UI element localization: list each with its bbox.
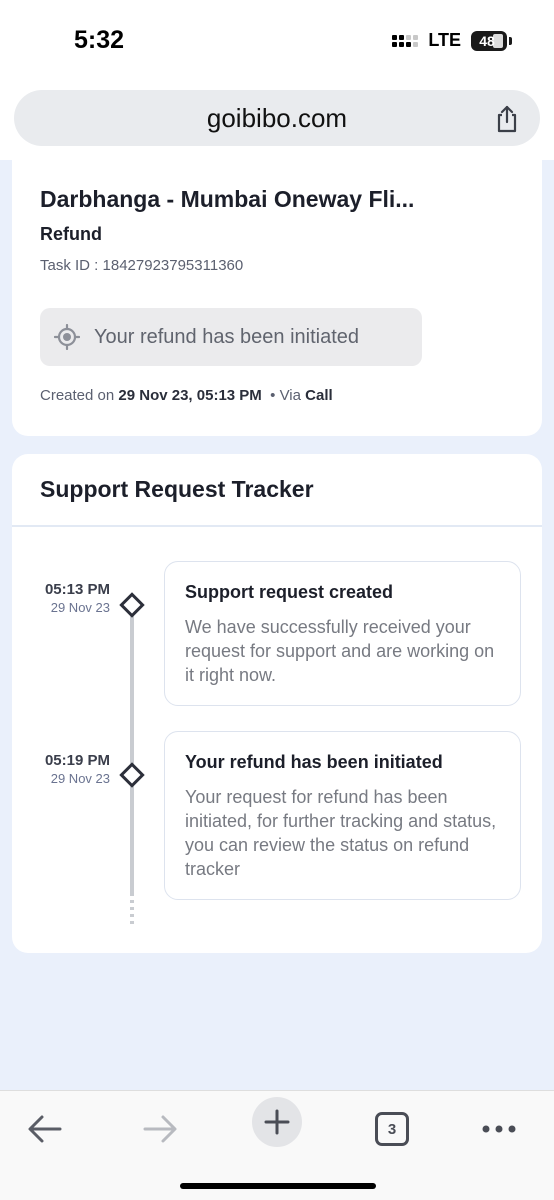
browser-url-area: goibibo.com	[0, 84, 554, 160]
tab-switcher-button[interactable]: 3	[370, 1107, 414, 1151]
signal-icon	[392, 34, 419, 47]
tab-count: 3	[387, 1120, 397, 1138]
event-heading: Your refund has been initiated	[185, 752, 443, 772]
timeline-node-icon	[119, 592, 145, 618]
home-indicator[interactable]	[180, 1183, 376, 1189]
forward-button[interactable]	[138, 1107, 182, 1151]
timeline-event-card: Support request created We have successf…	[164, 561, 521, 706]
battery-icon: 48	[471, 30, 507, 51]
share-icon[interactable]	[492, 104, 522, 134]
new-tab-button[interactable]	[252, 1097, 302, 1147]
timeline-node-icon	[119, 762, 145, 788]
created-prefix: Created on	[40, 387, 115, 404]
tracker-title: Support Request Tracker	[40, 476, 314, 502]
task-id: Task ID : 18427923795311360	[40, 257, 244, 274]
status-text: Your refund has been initiated	[94, 325, 360, 348]
status-indicators: LTE 48	[392, 30, 512, 51]
battery-level: 48	[479, 32, 495, 49]
event-date: 29 Nov 23	[50, 771, 110, 786]
event-time: 05:19 PM	[44, 752, 110, 769]
tab-switcher-icon: 3	[375, 1112, 409, 1146]
created-date: 29 Nov 23, 05:13 PM	[118, 387, 262, 404]
status-badge: Your refund has been initiated	[40, 308, 422, 366]
status-bar: 5:32 LTE 48	[0, 0, 554, 84]
page-content: Darbhanga - Mumbai Oneway Fli... Refund …	[0, 160, 554, 1090]
event-timestamp: 05:19 PM 29 Nov 23	[28, 752, 110, 786]
created-info: Created on 29 Nov 23, 05:13 PM • Via Cal…	[40, 387, 333, 404]
event-time: 05:13 PM	[44, 581, 110, 598]
status-time: 5:32	[74, 26, 125, 54]
more-button[interactable]	[477, 1107, 521, 1151]
event-description: Your request for refund has been initiat…	[185, 787, 497, 879]
via-value: Call	[305, 387, 333, 404]
event-timestamp: 05:13 PM 29 Nov 23	[28, 581, 110, 615]
forward-arrow-icon	[143, 1115, 177, 1143]
timeline-event-card: Your refund has been initiated Your requ…	[164, 731, 521, 900]
task-title: Darbhanga - Mumbai Oneway Fli...	[40, 186, 415, 212]
timeline-line	[130, 596, 134, 896]
address-bar[interactable]: goibibo.com	[14, 90, 540, 146]
timeline-continuation	[130, 900, 134, 928]
back-arrow-icon	[28, 1115, 62, 1143]
task-card: Darbhanga - Mumbai Oneway Fli... Refund …	[12, 160, 542, 436]
via-prefix: • Via	[270, 387, 301, 404]
event-description: We have successfully received your reque…	[185, 617, 495, 685]
back-button[interactable]	[23, 1107, 67, 1151]
event-date: 29 Nov 23	[50, 600, 110, 615]
network-type: LTE	[428, 30, 461, 50]
url-text: goibibo.com	[206, 102, 348, 133]
new-tab-icon	[264, 1109, 290, 1135]
event-heading: Support request created	[185, 582, 394, 602]
task-type: Refund	[40, 224, 102, 244]
support-tracker-card: Support Request Tracker 05:13 PM 29 Nov …	[12, 454, 542, 953]
target-icon	[54, 324, 80, 350]
browser-toolbar: 3	[0, 1090, 554, 1200]
more-icon	[482, 1125, 516, 1133]
divider	[12, 525, 542, 527]
